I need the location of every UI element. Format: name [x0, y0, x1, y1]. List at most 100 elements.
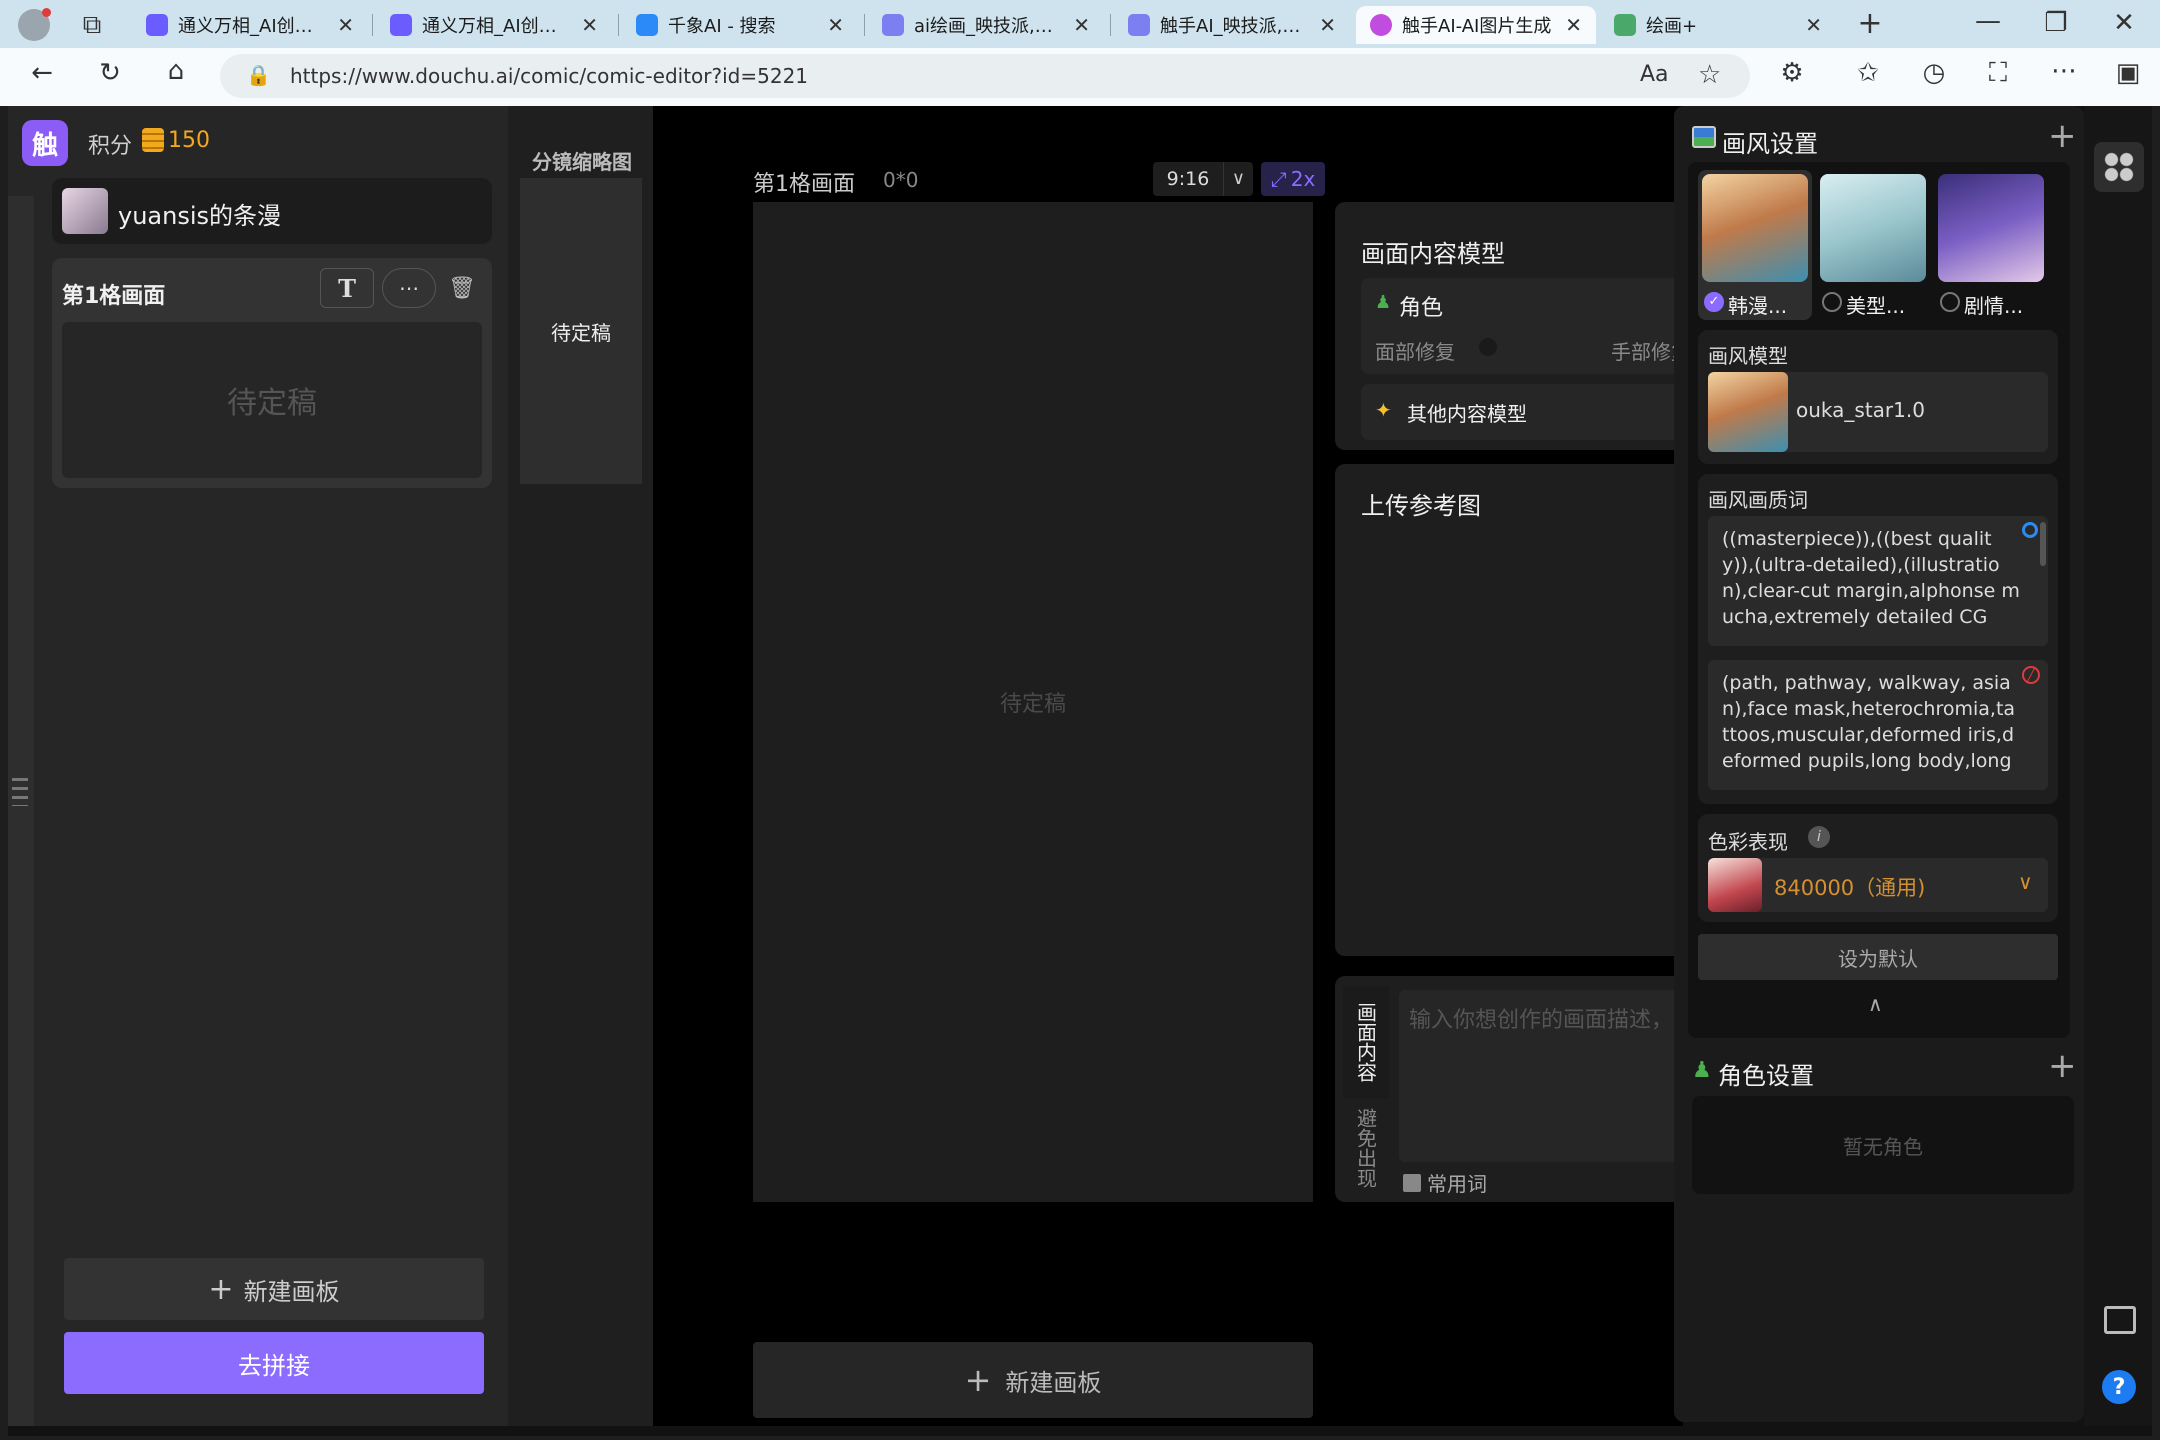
set-default-button[interactable]: 设为默认	[1698, 934, 2058, 980]
tab-content[interactable]: 画面内容	[1343, 986, 1389, 1098]
tab-title: 通义万相_AI创意作	[422, 16, 572, 37]
color-select[interactable]: 840000（通用) ∨	[1708, 858, 2048, 912]
chevron-down-icon: ∨	[2018, 870, 2033, 894]
positive-prompt-textarea[interactable]: ((masterpiece)),((best quality)),(ultra-…	[1708, 516, 2048, 646]
common-words-button[interactable]: 常用词	[1403, 1168, 1487, 1197]
role-empty-box: 暂无角色	[1692, 1096, 2074, 1194]
drag-handle-icon[interactable]	[12, 778, 28, 806]
tab-title: 通义万相_AI创意作	[178, 16, 328, 37]
style-option-beauty[interactable]: 美型...	[1816, 170, 1930, 320]
style-radio-selected[interactable]: ✓	[1704, 292, 1724, 312]
canvas-new-board-label: 新建画板	[1005, 1368, 1102, 1397]
collapse-handle[interactable]	[8, 196, 34, 1426]
guide-book-icon[interactable]	[2104, 1306, 2136, 1334]
role-row[interactable]: ♟ 角色 面部修复 手部修复	[1361, 278, 1691, 374]
close-tab-icon[interactable]: ✕	[337, 13, 354, 37]
project-card[interactable]: yuansis的条漫	[52, 178, 492, 244]
role-setting-icon: ♟	[1692, 1058, 1712, 1083]
new-tab-icon[interactable]: +	[1850, 6, 1890, 41]
right-tool-rail: ?	[2084, 106, 2152, 1426]
browser-tab-6-active[interactable]: 触手AI-AI图片生成 ✕	[1356, 6, 1596, 44]
style-thumbnail-image	[1938, 174, 2044, 282]
close-tab-icon[interactable]: ✕	[827, 13, 844, 37]
profile-badge-icon	[42, 8, 51, 17]
close-tab-icon[interactable]: ✕	[1565, 13, 1582, 37]
home-icon[interactable]: ⌂	[156, 56, 196, 86]
style-title: 画风设置	[1722, 130, 1818, 158]
delete-icon[interactable]: 🗑	[446, 272, 478, 304]
style-option-korean[interactable]: ✓ 韩漫...	[1698, 170, 1812, 320]
browser-tab-3[interactable]: 千象AI - 搜索 ✕	[622, 6, 858, 44]
new-board-button[interactable]: + 新建画板	[64, 1258, 484, 1320]
back-icon[interactable]: ←	[22, 58, 62, 88]
tools-grid-button[interactable]	[2094, 142, 2144, 192]
tab-title: 绘画+	[1646, 16, 1698, 37]
thumbnail-item-label: 待定稿	[551, 320, 611, 345]
browser-tab-2[interactable]: 通义万相_AI创意作 ✕	[376, 6, 612, 44]
tab-avoid[interactable]: 避免出现	[1343, 1098, 1389, 1198]
minimize-icon[interactable]: —	[1968, 6, 2008, 36]
style-option-story[interactable]: 剧情...	[1934, 170, 2048, 320]
screenshot-icon[interactable]: ⛶	[1978, 58, 2018, 89]
style-radio[interactable]	[1822, 292, 1842, 312]
canvas-new-board-button[interactable]: + 新建画板	[753, 1342, 1313, 1418]
browser-tab-4[interactable]: ai绘画_映技派,专注 ✕	[868, 6, 1104, 44]
other-models-row[interactable]: ✦ 其他内容模型	[1361, 384, 1683, 440]
negative-prompt-textarea[interactable]: (path, pathway, walkway, asian),face mas…	[1708, 660, 2048, 790]
info-icon[interactable]: i	[1808, 826, 1830, 848]
prompt-input[interactable]: 输入你想创作的画面描述，	[1399, 990, 1683, 1162]
close-tab-icon[interactable]: ✕	[581, 13, 598, 37]
refresh-icon[interactable]: ↻	[90, 58, 130, 88]
scrollbar[interactable]	[2040, 522, 2046, 566]
browser-tab-7[interactable]: 绘画+ ✕	[1600, 6, 1836, 44]
upload-reference-card[interactable]: 上传参考图	[1335, 464, 1683, 956]
image-icon	[1692, 126, 1716, 148]
more-options-button[interactable]: ⋯	[382, 268, 436, 308]
color-section-title: 色彩表现	[1708, 830, 1788, 854]
url-text: https://www.douchu.ai/comic/comic-editor…	[290, 64, 809, 88]
help-icon[interactable]: ?	[2102, 1370, 2136, 1404]
quality-section-title: 画风画质词	[1708, 488, 1808, 512]
style-thumbnail-image	[1820, 174, 1926, 282]
restore-icon[interactable]: ❐	[2036, 8, 2076, 38]
model-thumbnail-image	[1708, 372, 1788, 452]
panel-preview[interactable]: 待定稿	[62, 322, 482, 478]
scale-button[interactable]: ⤢ 2x	[1261, 162, 1325, 196]
text-tool-button[interactable]: T	[320, 268, 374, 308]
tab-actions-icon[interactable]: ⧉	[72, 10, 112, 41]
sidebar-toggle-icon[interactable]: ▣	[2108, 58, 2148, 88]
favorite-star-icon[interactable]: ☆	[1698, 60, 1721, 90]
thumbnail-item[interactable]: 待定稿	[520, 178, 642, 484]
ratio-select[interactable]: 9:16 ∨	[1153, 162, 1253, 196]
positive-indicator-icon	[2022, 522, 2038, 538]
style-thumbnail-image	[1702, 174, 1808, 282]
points-value: 150	[168, 128, 210, 153]
close-tab-icon[interactable]: ✕	[1073, 13, 1090, 37]
style-label: 韩漫...	[1728, 294, 1788, 318]
content-model-card: 画面内容模型 ♟ 角色 面部修复 手部修复 ✦ 其他内容模型	[1335, 202, 1691, 450]
right-settings-panel: 画风设置 + ✓ 韩漫... 美型... 剧情... 画风模型 ouka_sta…	[1674, 106, 2084, 1422]
collapse-up-icon[interactable]: ∧	[1868, 992, 1883, 1016]
url-input[interactable]: 🔒 https://www.douchu.ai/comic/comic-edit…	[220, 54, 1750, 98]
read-aloud-icon[interactable]: Aa	[1640, 62, 1669, 87]
plus-icon: +	[208, 1271, 234, 1307]
style-radio[interactable]	[1940, 292, 1960, 312]
add-style-icon[interactable]: +	[2048, 116, 2077, 156]
close-tab-icon[interactable]: ✕	[1319, 13, 1336, 37]
model-select[interactable]: ouka_star1.0	[1708, 372, 2048, 452]
extensions-icon[interactable]: ⚙	[1772, 58, 1812, 88]
browser-tab-5[interactable]: 触手AI_映技派,专注 ✕	[1114, 6, 1350, 44]
color-section: 色彩表现 i 840000（通用) ∨	[1698, 814, 2058, 922]
favorites-icon[interactable]: ✩	[1848, 58, 1888, 88]
browser-tab-1[interactable]: 通义万相_AI创意作 ✕	[132, 6, 368, 44]
canvas-board[interactable]: 待定稿	[753, 202, 1313, 1202]
close-tab-icon[interactable]: ✕	[1805, 13, 1822, 37]
go-stitch-button[interactable]: 去拼接	[64, 1332, 484, 1394]
panel-card[interactable]: 第1格画面 T ⋯ 🗑 待定稿	[52, 258, 492, 488]
add-role-icon[interactable]: +	[2048, 1046, 2077, 1086]
more-menu-icon[interactable]: ⋯	[2044, 56, 2084, 86]
window-close-icon[interactable]: ✕	[2104, 8, 2144, 38]
history-icon[interactable]: ◷	[1914, 58, 1954, 88]
no-role-label: 暂无角色	[1843, 1134, 1923, 1159]
app-logo[interactable]: 触	[22, 120, 68, 166]
